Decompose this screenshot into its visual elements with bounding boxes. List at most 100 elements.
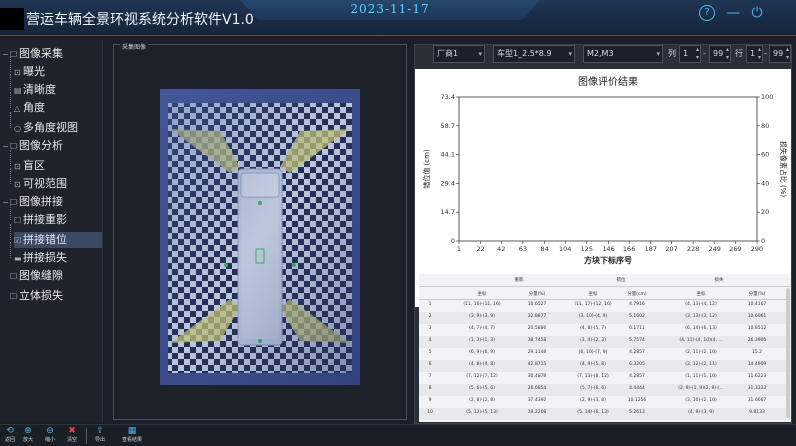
table-cell: 10.6061 (747, 314, 767, 319)
table-scrollbar[interactable] (786, 288, 790, 418)
tree-item-13[interactable]: ☐ 立体损失 (2, 288, 63, 304)
tree-node-icon: ☐ (10, 142, 18, 151)
tree-item-11[interactable]: ▬拼接损失 (14, 250, 67, 266)
x-tick-label: 104 (559, 245, 571, 253)
captured-image[interactable] (160, 89, 360, 385)
x-tick-label: 1 (457, 245, 461, 253)
power-icon[interactable]: ⏻ (749, 5, 765, 21)
table-cell: 15.2 (751, 350, 763, 355)
vendor-select-value: 厂商1 (437, 49, 459, 58)
spin-arrows-icon[interactable]: ▴ ▾ (726, 46, 729, 62)
tree-item-3[interactable]: △ 角度 (14, 100, 45, 116)
analysis-panel: 厂商1 ▾ 车型1_2.5*8.9 ▾ M2,M3 ▾ 列 1 ▴ ▾ - 99 … (414, 44, 792, 424)
table-column-header: 分量(%) (748, 292, 766, 297)
export-button[interactable]: ⇪ 导出 (90, 426, 110, 446)
table-cell: 9.8133 (749, 410, 765, 415)
tree-item-1[interactable]: ⊡ 曝光 (14, 64, 45, 80)
tree-node-icon: ☐ (10, 272, 18, 281)
tree-item-label: 清晰度 (23, 83, 56, 96)
toolbar-separator (86, 428, 87, 444)
collapse-toggle-icon[interactable]: − (2, 47, 10, 63)
table-cell: 31.3333 (747, 386, 767, 391)
x-tick-label: 63 (519, 245, 527, 253)
spin-arrows-icon[interactable]: ▴ ▾ (786, 46, 789, 62)
table-cell: 14.4909 (747, 362, 767, 367)
tree-item-7[interactable]: ⊡ 可视范围 (14, 176, 67, 192)
collapse-toggle-icon[interactable]: − (2, 195, 10, 211)
view-result-icon: ▦ (127, 426, 137, 436)
table-cell: (11, 17)-(12, 16) (574, 302, 612, 307)
table-cell: 3 (428, 326, 432, 331)
table-cell: 6.1711 (629, 326, 645, 331)
row-from-spinbox[interactable]: 1 ▴ ▾ (746, 45, 763, 63)
tree-connector (10, 150, 11, 166)
row-to-spinbox[interactable]: 99 ▴ ▾ (769, 45, 791, 63)
tree-item-label: 拼接损失 (23, 251, 67, 264)
help-icon[interactable]: ? (699, 5, 715, 21)
tree-item-8[interactable]: −☐ 图像拼接 (2, 194, 63, 210)
y2-tick-label: 100 (761, 93, 773, 101)
y-tick-label: 58.7 (441, 122, 455, 130)
column-label: 列 (668, 49, 676, 58)
tree-node-icon: ☐ (10, 198, 18, 207)
tree-item-6[interactable]: ⊡ 盲区 (14, 158, 45, 174)
tree-item-9[interactable]: ☐ 拼接重影 (14, 212, 67, 228)
tree-item-5[interactable]: −☐ 图像分析 (2, 138, 63, 154)
tree-connector (10, 224, 11, 240)
export-icon: ⇪ (96, 426, 104, 436)
tree-item-0[interactable]: −☐ 图像采集 (2, 46, 63, 62)
tree-item-label: 图像拼接 (19, 195, 63, 208)
row-to-value: 99 (773, 49, 784, 58)
tree-item-12[interactable]: ☐ 图像缝隙 (2, 268, 63, 284)
table-cell: 8 (428, 386, 432, 391)
minimize-icon[interactable]: — (725, 5, 741, 21)
table-cell: (1, 11)-(1, 10) (685, 374, 717, 379)
zoom-in-button[interactable]: ⊕ 放大 (18, 426, 38, 446)
y2-tick-label: 20 (761, 208, 769, 216)
table-cell: 6 (428, 362, 432, 367)
y-tick-label: 14.7 (441, 208, 455, 216)
tree-item-2[interactable]: ▤清晰度 (14, 82, 56, 98)
table-cell: (2, 9)-(1, 9)(2, 9)-(... (678, 386, 724, 391)
tree-connector (10, 242, 11, 258)
camera-select[interactable]: M2,M3 ▾ (583, 45, 663, 63)
column-to-spinbox[interactable]: 99 ▴ ▾ (709, 45, 731, 63)
clear-button[interactable]: ✖ 清空 (62, 426, 82, 446)
tree-connector (10, 92, 11, 108)
table-cell: 1 (428, 302, 432, 307)
table-cell: 10 (427, 410, 433, 415)
spin-arrows-icon[interactable]: ▴ ▾ (696, 46, 699, 62)
vendor-select[interactable]: 厂商1 ▾ (433, 45, 485, 63)
model-select[interactable]: 车型1_2.5*8.9 ▾ (493, 45, 575, 63)
image-panel: 采集图像 (113, 42, 407, 420)
table-cell: 29.1148 (527, 350, 547, 355)
column-from-spinbox[interactable]: 1 ▴ ▾ (679, 45, 701, 63)
table-cell: (3, 9)-(3, 9) (469, 314, 495, 319)
image-panel-title: 采集图像 (120, 42, 149, 51)
tree-item-10[interactable]: ☑ 拼接错位 (14, 232, 102, 248)
spin-arrows-icon[interactable]: ▴ ▾ (758, 46, 761, 62)
tree-item-label: 图像分析 (19, 139, 63, 152)
table-cell: (3, 10)-(4, 9) (578, 314, 608, 319)
table-cell: (2, 8)-(2, 8) (469, 398, 495, 403)
back-button[interactable]: ⟲ 返回 (0, 426, 20, 446)
table-cell: 26.3905 (747, 338, 767, 343)
toolbar-label: 放大 (22, 437, 33, 443)
x-tick-label: 84 (540, 245, 548, 253)
table-cell: 42.8715 (527, 362, 547, 367)
x-tick-label: 187 (645, 245, 657, 253)
table-cell: 32.8877 (527, 314, 547, 319)
row-label: 行 (735, 49, 743, 58)
zoom-out-button[interactable]: ⊖ 缩小 (40, 426, 60, 446)
tree-item-4[interactable]: ○ 多角度视图 (14, 120, 78, 136)
view-result-button[interactable]: ▦ 查看结果 (118, 426, 146, 446)
y2-axis-label: 损失像素占比 (%) (779, 141, 788, 198)
table-cell: 30.4878 (527, 374, 547, 379)
y-axis-label: 错位值 (cm) (422, 149, 431, 189)
logo-block (0, 8, 24, 30)
x-tick-label: 290 (751, 245, 763, 253)
tree-connector (10, 204, 11, 220)
table-cell: (11, 16)-(11, 16) (463, 302, 501, 307)
collapse-toggle-icon[interactable]: − (2, 139, 10, 155)
y2-tick-label: 0 (761, 237, 765, 245)
